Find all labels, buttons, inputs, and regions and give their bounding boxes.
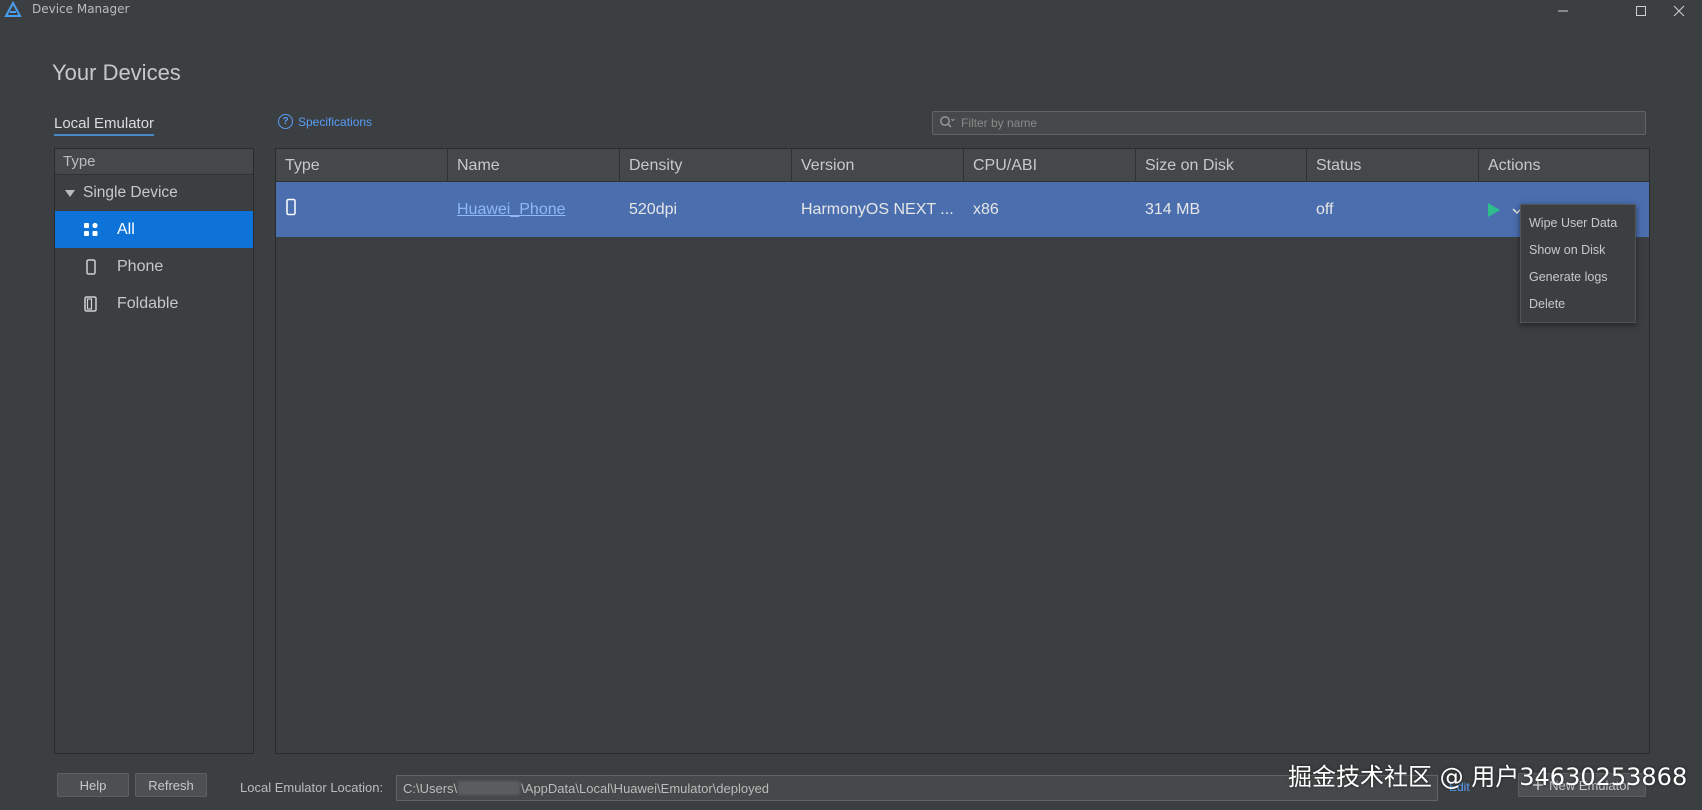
device-actions-menu: Wipe User Data Show on Disk Generate log…: [1520, 204, 1636, 323]
column-header-version[interactable]: Version: [792, 149, 964, 182]
apps-grid-icon: [83, 222, 99, 238]
phone-icon: [83, 258, 99, 275]
column-header-name[interactable]: Name: [448, 149, 620, 182]
filter-field[interactable]: [932, 111, 1646, 135]
row-version-cell: HarmonyOS NEXT ...: [801, 200, 954, 218]
location-prefix: C:\Users\: [403, 780, 458, 796]
column-header-type[interactable]: Type: [276, 149, 448, 182]
help-button[interactable]: Help: [57, 773, 129, 797]
column-header-actions: Actions: [1488, 156, 1541, 174]
caret-down-icon[interactable]: [65, 189, 75, 197]
minimize-icon[interactable]: [1540, 0, 1586, 22]
title-bar: Device Manager: [0, 0, 1702, 22]
window-title: Device Manager: [32, 2, 130, 16]
sidebar-item-phone[interactable]: Phone: [55, 248, 253, 285]
column-header-size-on-disk[interactable]: Size on Disk: [1136, 149, 1307, 182]
redacted-username: [458, 781, 521, 795]
phone-icon: [285, 198, 297, 221]
location-suffix: \AppData\Local\Huawei\Emulator\deployed: [521, 780, 770, 796]
row-cpu-abi-cell: x86: [973, 200, 999, 218]
row-status-cell: off: [1316, 200, 1334, 218]
watermark-text: 掘金技术社区 @ 用户3463025386​8: [1288, 763, 1688, 791]
foldable-icon: [83, 295, 99, 312]
sidebar-item-label: All: [117, 220, 135, 238]
page-title: Your Devices: [52, 60, 181, 85]
devices-table: Type Name Density Version CPU/ABI Size o…: [275, 148, 1650, 754]
column-header-cpu-abi[interactable]: CPU/ABI: [964, 149, 1136, 182]
tree-group-label: Single Device: [83, 184, 178, 201]
menu-item-wipe-user-data[interactable]: Wipe User Data: [1521, 209, 1635, 236]
row-density-cell: 520dpi: [629, 200, 678, 218]
column-header-density[interactable]: Density: [620, 149, 792, 182]
table-row[interactable]: Huawei_Phone 520dpi HarmonyOS NEXT ... x…: [276, 182, 1649, 237]
filter-input[interactable]: [961, 116, 1621, 130]
sidebar-item-label: Phone: [117, 257, 164, 275]
row-type-cell: [276, 182, 448, 237]
type-header: Type: [55, 149, 253, 175]
row-size-cell: 314 MB: [1145, 200, 1201, 218]
location-field[interactable]: C:\Users\ \AppData\Local\Huawei\Emulator…: [396, 775, 1438, 801]
menu-item-delete[interactable]: Delete: [1521, 290, 1635, 317]
specifications-link[interactable]: ? Specifications: [278, 114, 372, 129]
menu-item-generate-logs[interactable]: Generate logs: [1521, 263, 1635, 290]
row-name-cell: Huawei_Phone: [448, 182, 620, 237]
sidebar-item-all[interactable]: All: [55, 211, 253, 248]
column-header-status[interactable]: Status: [1307, 149, 1479, 182]
play-icon[interactable]: [1488, 202, 1500, 217]
table-header: Type Name Density Version CPU/ABI Size o…: [276, 149, 1649, 182]
sidebar-item-foldable[interactable]: Foldable: [55, 285, 253, 322]
tree-group-single-device[interactable]: Single Device: [55, 175, 253, 211]
tab-local-emulator[interactable]: Local Emulator: [54, 115, 155, 136]
help-circle-icon: ?: [278, 114, 293, 129]
device-type-panel: Type Single Device All Phone Foldable: [54, 148, 254, 754]
sidebar-item-label: Foldable: [117, 294, 179, 312]
location-label: Local Emulator Location:: [240, 780, 384, 795]
search-icon: [939, 114, 955, 133]
close-icon[interactable]: [1656, 0, 1702, 22]
refresh-button[interactable]: Refresh: [135, 773, 207, 797]
specifications-label: Specifications: [298, 114, 373, 129]
device-name-link[interactable]: Huawei_Phone: [457, 201, 566, 219]
deveco-logo-icon: [4, 0, 22, 19]
menu-item-show-on-disk[interactable]: Show on Disk: [1521, 236, 1635, 263]
